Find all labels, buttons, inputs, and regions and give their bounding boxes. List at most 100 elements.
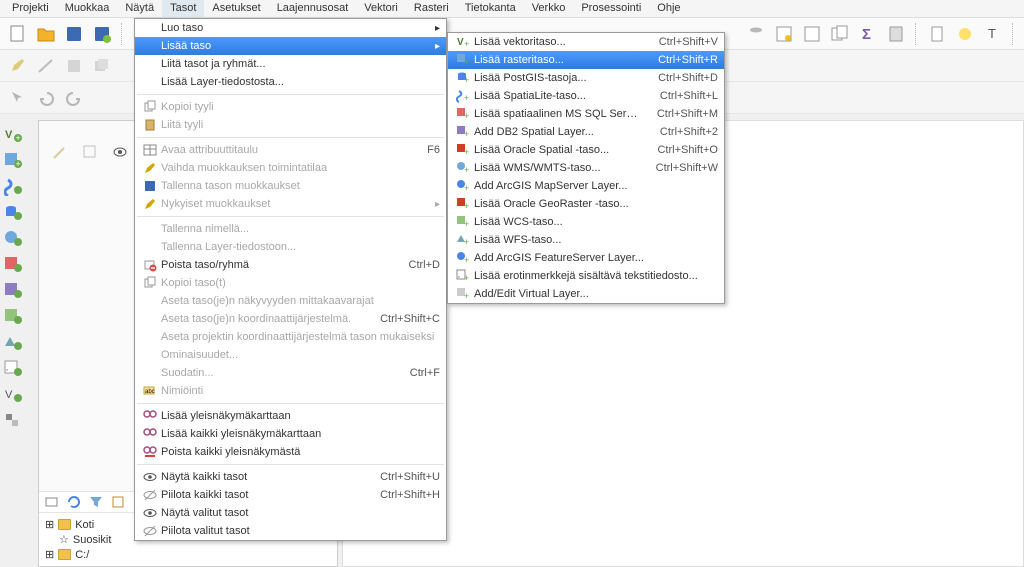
add-mssql-icon[interactable] bbox=[2, 254, 26, 276]
open-project-icon[interactable] bbox=[34, 22, 58, 46]
menu-item[interactable]: +Add DB2 Spatial Layer...Ctrl+Shift+2 bbox=[448, 123, 724, 141]
ms-icon: + bbox=[454, 106, 472, 122]
menu-prosessointi[interactable]: Prosessointi bbox=[573, 0, 649, 17]
wand-icon[interactable] bbox=[48, 140, 72, 164]
edit-line-icon[interactable] bbox=[34, 54, 58, 78]
menu-item[interactable]: Lisää Layer-tiedostosta... bbox=[135, 73, 446, 91]
refresh-icon[interactable] bbox=[65, 493, 83, 511]
menu-item[interactable]: Lisää kaikki yleisnäkymäkarttaan bbox=[135, 425, 446, 443]
menu-item[interactable]: +Lisää Oracle Spatial -taso...Ctrl+Shift… bbox=[448, 141, 724, 159]
save-project-icon[interactable] bbox=[62, 22, 86, 46]
paste-icon bbox=[141, 117, 159, 133]
add-wfs-icon[interactable] bbox=[2, 332, 26, 354]
text-annotation-icon[interactable]: T bbox=[981, 22, 1005, 46]
add-group-icon[interactable] bbox=[43, 493, 61, 511]
svg-text:+: + bbox=[464, 57, 469, 67]
filter-icon[interactable] bbox=[87, 493, 105, 511]
add-new-icon[interactable] bbox=[2, 410, 26, 432]
add-raster-icon[interactable]: + bbox=[2, 150, 26, 172]
expand-icon[interactable]: ⊞ bbox=[45, 548, 54, 561]
menu-projekti[interactable]: Projekti bbox=[4, 0, 57, 17]
tree-label: Suosikit bbox=[73, 534, 112, 546]
menu-item[interactable]: Poista taso/ryhmäCtrl+D bbox=[135, 256, 446, 274]
selectpanel-icon[interactable] bbox=[78, 140, 102, 164]
menu-item[interactable]: +Lisää PostGIS-tasoja...Ctrl+Shift+D bbox=[448, 69, 724, 87]
menu-item[interactable]: ,+Lisää erotinmerkkejä sisältävä tekstit… bbox=[448, 267, 724, 285]
menu-rasteri[interactable]: Rasteri bbox=[406, 0, 457, 17]
menu-item[interactable]: Piilota valitut tasot bbox=[135, 522, 446, 540]
menu-item[interactable]: Näytä valitut tasot bbox=[135, 504, 446, 522]
menu-item[interactable]: +Lisää Oracle GeoRaster -taso... bbox=[448, 195, 724, 213]
menu-item[interactable]: Liitä tasot ja ryhmät... bbox=[135, 55, 446, 73]
save-edits-icon[interactable] bbox=[62, 54, 86, 78]
calc-icon[interactable] bbox=[884, 22, 908, 46]
menu-item[interactable]: +Add ArcGIS MapServer Layer... bbox=[448, 177, 724, 195]
menu-item[interactable]: +Lisää WFS-taso... bbox=[448, 231, 724, 249]
menu-item[interactable]: +Lisää WMS/WMTS-taso...Ctrl+Shift+W bbox=[448, 159, 724, 177]
svg-text:T: T bbox=[988, 26, 996, 41]
csv-icon: ,+ bbox=[454, 268, 472, 284]
clipboard-icon[interactable] bbox=[925, 22, 949, 46]
menu-item[interactable]: Piilota kaikki tasotCtrl+Shift+H bbox=[135, 486, 446, 504]
add-vector-icon[interactable]: V+ bbox=[2, 124, 26, 146]
menu-item[interactable]: +Lisää rasteritaso...Ctrl+Shift+R bbox=[448, 51, 724, 69]
menu-asetukset[interactable]: Asetukset bbox=[204, 0, 268, 17]
menu-item[interactable]: +Lisää WCS-taso... bbox=[448, 213, 724, 231]
collapse-icon[interactable] bbox=[109, 493, 127, 511]
svg-text:+: + bbox=[464, 219, 469, 229]
redo-icon[interactable] bbox=[62, 86, 86, 110]
menu-item-label: Suodatin... bbox=[161, 367, 394, 379]
wfs-icon: + bbox=[454, 232, 472, 248]
menu-item[interactable]: Näytä kaikki tasotCtrl+Shift+U bbox=[135, 468, 446, 486]
menu-item[interactable]: Lisää taso▸ bbox=[135, 37, 446, 55]
select-icon[interactable] bbox=[6, 86, 30, 110]
menu-item-label: Vaihda muokkauksen toimintatilaa bbox=[161, 162, 440, 174]
add-wcs-icon[interactable] bbox=[2, 306, 26, 328]
add-spatialite-icon[interactable] bbox=[2, 176, 26, 198]
db-icon[interactable] bbox=[744, 22, 768, 46]
menu-ohje[interactable]: Ohje bbox=[649, 0, 688, 17]
new-project-icon[interactable] bbox=[6, 22, 30, 46]
tree-row-c[interactable]: ⊞C:/ bbox=[45, 547, 331, 562]
sigma-icon[interactable]: Σ bbox=[856, 22, 880, 46]
menu-item[interactable]: Poista kaikki yleisnäkymästä bbox=[135, 443, 446, 461]
expand-icon[interactable]: ⊞ bbox=[45, 518, 54, 531]
svg-text:+: + bbox=[464, 273, 469, 283]
svg-text:+: + bbox=[464, 111, 469, 121]
menu-nayta[interactable]: Näytä bbox=[117, 0, 162, 17]
undo-icon[interactable] bbox=[34, 86, 58, 110]
add-postgis-icon[interactable] bbox=[2, 202, 26, 224]
add-wms-icon[interactable] bbox=[2, 228, 26, 250]
menu-tietokanta[interactable]: Tietokanta bbox=[457, 0, 524, 17]
menu-item-label: Lisää kaikki yleisnäkymäkarttaan bbox=[161, 428, 440, 440]
add-db2-icon[interactable] bbox=[2, 280, 26, 302]
menu-item[interactable]: Luo taso▸ bbox=[135, 19, 446, 37]
menu-verkko[interactable]: Verkko bbox=[524, 0, 574, 17]
composer-icon[interactable] bbox=[800, 22, 824, 46]
menu-item[interactable]: +Add ArcGIS FeatureServer Layer... bbox=[448, 249, 724, 267]
menu-item-label: Lisää WMS/WMTS-taso... bbox=[474, 162, 640, 174]
add-virtual-icon[interactable]: V bbox=[2, 384, 26, 406]
menu-item[interactable]: Lisää yleisnäkymäkarttaan bbox=[135, 407, 446, 425]
edit-pencil-icon[interactable] bbox=[6, 54, 30, 78]
menu-item[interactable]: +Lisää SpatiaLite-taso...Ctrl+Shift+L bbox=[448, 87, 724, 105]
menu-item[interactable]: +Add/Edit Virtual Layer... bbox=[448, 285, 724, 303]
eye-off-icon bbox=[141, 487, 159, 503]
menu-item: Tallenna tason muokkaukset bbox=[135, 177, 446, 195]
composer-manager-icon[interactable] bbox=[828, 22, 852, 46]
menu-laajennusosat[interactable]: Laajennusosat bbox=[269, 0, 357, 17]
menu-item: Kopioi taso(t) bbox=[135, 274, 446, 292]
menu-muokkaa[interactable]: Muokkaa bbox=[57, 0, 118, 17]
tips-icon[interactable] bbox=[953, 22, 977, 46]
menu-item[interactable]: +Lisää spatiaalinen MS SQL Server -taso.… bbox=[448, 105, 724, 123]
add-csv-icon[interactable]: , bbox=[2, 358, 26, 380]
menu-tasot[interactable]: Tasot bbox=[162, 0, 204, 17]
menu-vektori[interactable]: Vektori bbox=[356, 0, 406, 17]
save-as-icon[interactable] bbox=[90, 22, 114, 46]
save-all-icon[interactable] bbox=[90, 54, 114, 78]
layer-style-icon[interactable] bbox=[772, 22, 796, 46]
eye-panel-icon[interactable] bbox=[108, 140, 132, 164]
folder-icon bbox=[58, 549, 71, 560]
menu-item[interactable]: V+Lisää vektoritaso...Ctrl+Shift+V bbox=[448, 33, 724, 51]
menu-item-label: Tallenna tason muokkaukset bbox=[161, 180, 440, 192]
